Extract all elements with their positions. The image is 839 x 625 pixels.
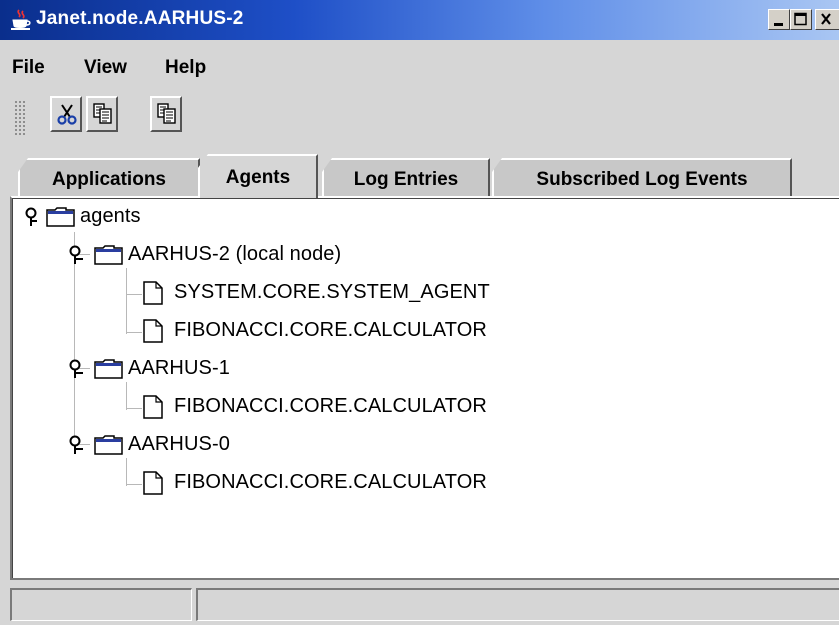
menu-bar: File View Help bbox=[0, 40, 839, 92]
tree-node-label: SYSTEM.CORE.SYSTEM_AGENT bbox=[174, 281, 490, 303]
status-cell-right bbox=[196, 588, 839, 621]
tree-line bbox=[126, 332, 142, 333]
maximize-icon bbox=[794, 12, 807, 26]
menu-file[interactable]: File bbox=[12, 57, 45, 79]
status-bar bbox=[0, 584, 839, 625]
menu-view[interactable]: View bbox=[84, 57, 127, 79]
cut-button[interactable] bbox=[50, 96, 82, 132]
document-icon bbox=[143, 281, 163, 305]
paste-button[interactable] bbox=[150, 96, 182, 132]
expand-handle-icon[interactable] bbox=[24, 207, 40, 227]
tree-node-label: AARHUS-2 (local node) bbox=[128, 243, 342, 265]
tree-node-label: FIBONACCI.CORE.CALCULATOR bbox=[174, 471, 487, 493]
tab-bar: Applications Agents Log Entries Subscrib… bbox=[0, 150, 839, 198]
menu-help[interactable]: Help bbox=[165, 57, 206, 79]
document-icon bbox=[143, 471, 163, 495]
agents-tree[interactable]: agents AARHUS-2 (local node) SYSTEM.CORE… bbox=[10, 196, 839, 580]
paste-icon bbox=[157, 103, 176, 124]
document-icon bbox=[143, 319, 163, 343]
tab-log-entries[interactable]: Log Entries bbox=[322, 158, 490, 196]
folder-icon bbox=[94, 435, 123, 455]
expand-handle-icon[interactable] bbox=[68, 245, 86, 265]
tree-line bbox=[126, 484, 142, 485]
tab-applications[interactable]: Applications bbox=[18, 158, 200, 196]
minimize-button[interactable] bbox=[768, 9, 790, 30]
toolbar-grip[interactable] bbox=[14, 100, 26, 136]
tree-node-label: AARHUS-0 bbox=[128, 433, 230, 455]
title-bar[interactable]: Janet.node.AARHUS-2 bbox=[0, 0, 839, 40]
tree-line bbox=[126, 408, 142, 409]
tree-line bbox=[126, 294, 142, 295]
tree-node-label: FIBONACCI.CORE.CALCULATOR bbox=[174, 319, 487, 341]
maximize-button[interactable] bbox=[790, 9, 812, 30]
tab-agents[interactable]: Agents bbox=[198, 154, 318, 198]
expand-handle-icon[interactable] bbox=[68, 359, 86, 379]
expand-handle-icon[interactable] bbox=[68, 435, 86, 455]
toolbar bbox=[0, 92, 839, 150]
tree-line bbox=[126, 458, 127, 486]
document-icon bbox=[143, 395, 163, 419]
tree-node-label: agents bbox=[80, 205, 141, 227]
tree-node-label: AARHUS-1 bbox=[128, 357, 230, 379]
tree-line bbox=[126, 382, 127, 410]
window-title: Janet.node.AARHUS-2 bbox=[36, 8, 244, 29]
close-icon bbox=[821, 13, 831, 25]
folder-icon bbox=[94, 245, 123, 265]
copy-icon bbox=[93, 103, 112, 124]
java-cup-icon[interactable] bbox=[10, 8, 32, 32]
tree-line bbox=[126, 268, 127, 334]
tab-subscribed-log-events[interactable]: Subscribed Log Events bbox=[492, 158, 792, 196]
folder-icon bbox=[46, 207, 75, 227]
status-cell-left bbox=[10, 588, 192, 621]
cut-icon bbox=[57, 104, 77, 125]
tree-node-label: FIBONACCI.CORE.CALCULATOR bbox=[174, 395, 487, 417]
folder-icon bbox=[94, 359, 123, 379]
minimize-icon bbox=[774, 23, 783, 26]
tree-line bbox=[74, 232, 75, 454]
close-button[interactable] bbox=[815, 9, 839, 30]
copy-button[interactable] bbox=[86, 96, 118, 132]
